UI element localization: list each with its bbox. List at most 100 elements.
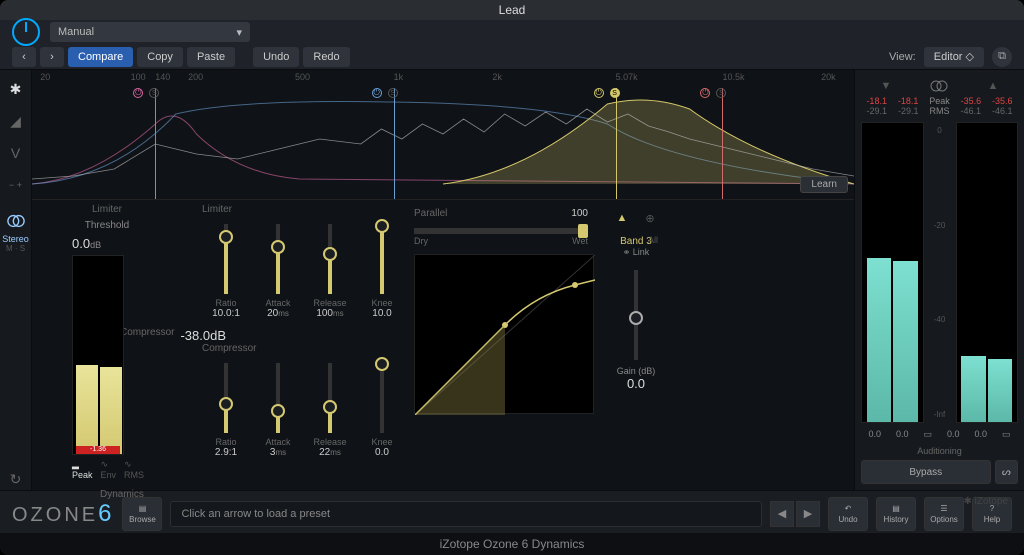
limiter-knee-slider[interactable] <box>380 224 384 294</box>
comp-attack-value[interactable]: 3ms <box>270 447 286 458</box>
preset-next-button[interactable]: ▶ <box>796 501 820 527</box>
limiter-threshold-value[interactable]: 0.0dB <box>72 236 142 251</box>
prev-button[interactable]: ‹ <box>12 47 36 67</box>
compressor-label: Compressor <box>120 327 174 343</box>
freq-tick: 20 <box>40 72 50 82</box>
undo-button[interactable]: Undo <box>253 47 299 67</box>
band-power-icon[interactable]: ⏻ <box>372 88 382 98</box>
izotope-logo: ✱ iZotope <box>963 496 1008 507</box>
parallel-value[interactable]: 100 <box>571 208 588 224</box>
out-peak-r: -35.6 <box>992 96 1013 106</box>
view-selector[interactable]: Editor ◇ <box>924 47 984 67</box>
gain-label: Gain (dB) <box>600 366 672 376</box>
limiter-ratio-value[interactable]: 10.0:1 <box>212 308 240 319</box>
comp-release-value[interactable]: 22ms <box>319 447 341 458</box>
learn-button[interactable]: Learn <box>800 176 848 193</box>
comp-release-slider[interactable] <box>328 363 332 433</box>
band-power-icon[interactable]: ⏻ <box>700 88 710 98</box>
compressor-section-title: Compressor <box>202 343 406 359</box>
limiter-attack-value[interactable]: 20ms <box>267 308 289 319</box>
band-all-icon[interactable]: ⊕ <box>640 212 660 232</box>
input-meter <box>861 122 924 423</box>
limiter-section-title: Limiter <box>202 204 406 220</box>
in-peak-r: -18.1 <box>898 96 919 106</box>
link-label[interactable]: ⚭ Link <box>600 247 672 258</box>
ozone-logo: OZONE6 <box>12 504 114 526</box>
detect-rms[interactable]: ∿ RMS <box>124 459 144 480</box>
next-button[interactable]: › <box>40 47 64 67</box>
band-solo-icon[interactable]: ▲ <box>612 212 632 232</box>
meter-foot-out-l: 0.0 <box>947 429 960 440</box>
paste-button[interactable]: Paste <box>187 47 235 67</box>
spectrum-display[interactable]: 201001402005001k2k5.07k10.5k20k ⏻S⏻S⏻S⏻S… <box>32 70 854 200</box>
limiter-release-slider[interactable] <box>328 224 332 294</box>
reset-icon[interactable]: ↻ <box>5 468 27 490</box>
stereo-meter-icon[interactable] <box>930 79 948 93</box>
meter-foot-in-l: 0.0 <box>868 429 881 440</box>
limiter-attack-slider[interactable] <box>276 224 280 294</box>
meter-clip-value: -1.36 <box>76 446 120 454</box>
gain-reduction-meter: -1.36 <box>72 255 124 455</box>
link-icon[interactable]: ⧉ <box>992 47 1012 67</box>
meter-in-expand-icon[interactable]: ▼ <box>881 80 892 92</box>
options-button[interactable]: ☰Options <box>924 497 964 531</box>
limiter-ratio-slider[interactable] <box>224 224 228 294</box>
meter-minus-icon[interactable]: ▭ <box>923 429 932 440</box>
ms-label[interactable]: M · S <box>2 244 29 253</box>
comp-knee-value[interactable]: 0.0 <box>375 447 389 458</box>
freq-tick: 200 <box>188 72 203 82</box>
freq-tick: 10.5k <box>722 72 744 82</box>
detect-env[interactable]: ∿ Env <box>101 459 117 480</box>
preset-prev-button[interactable]: ◀ <box>770 501 794 527</box>
stereo-icon[interactable] <box>7 212 25 230</box>
band-solo-icon[interactable]: S <box>610 88 620 98</box>
limiter-release-value[interactable]: 100ms <box>316 308 343 319</box>
v-tool-icon[interactable]: V <box>5 142 27 164</box>
meter-reset-icon[interactable]: ▭ <box>1002 429 1011 440</box>
freq-tick: 5.07k <box>616 72 638 82</box>
bypass-button[interactable]: Bypass <box>861 460 991 484</box>
gain-value[interactable]: 0.0 <box>600 376 672 391</box>
stereo-label: Stereo <box>2 234 29 244</box>
freq-tick: 500 <box>295 72 310 82</box>
meter-scale: 0-20-40-Inf <box>930 122 950 423</box>
parallel-slider[interactable] <box>414 228 588 234</box>
output-meter <box>956 122 1019 423</box>
redo-button[interactable]: Redo <box>303 47 349 67</box>
preset-hint: Click an arrow to load a preset <box>170 501 762 527</box>
band-crossover-line[interactable] <box>155 88 156 199</box>
out-rms-r: -46.1 <box>992 106 1013 116</box>
comp-ratio-slider[interactable] <box>224 363 228 433</box>
compressor-threshold-value[interactable]: -38.0dB <box>180 328 226 343</box>
peak-label: Peak <box>929 96 950 106</box>
comp-knee-slider[interactable] <box>380 363 384 433</box>
limiter-knee-value[interactable]: 10.0 <box>372 308 391 319</box>
freq-tick: 2k <box>492 72 502 82</box>
band-solo-icon[interactable]: S <box>388 88 398 98</box>
detect-peak[interactable]: ▂ Peak <box>72 459 93 480</box>
band-power-icon[interactable]: ⏻ <box>594 88 604 98</box>
comp-ratio-value[interactable]: 2.9:1 <box>215 447 237 458</box>
comp-attack-slider[interactable] <box>276 363 280 433</box>
compare-button[interactable]: Compare <box>68 47 133 67</box>
band-crossover-line[interactable] <box>722 88 723 199</box>
ear-icon[interactable]: ᔕ <box>995 460 1018 484</box>
gain-slider[interactable] <box>634 270 638 360</box>
copy-button[interactable]: Copy <box>137 47 183 67</box>
minus-plus-icon[interactable]: − + <box>5 174 27 196</box>
freq-tick: 140 <box>155 72 170 82</box>
curve-tool-icon[interactable]: ◢ <box>5 110 27 132</box>
history-button[interactable]: ▤History <box>876 497 916 531</box>
dry-label: Dry <box>414 236 428 246</box>
meter-out-expand-icon[interactable]: ▲ <box>988 80 999 92</box>
power-button[interactable] <box>12 18 40 46</box>
band-crossover-line[interactable] <box>394 88 395 199</box>
chevron-down-icon: ▾ <box>236 26 242 39</box>
band-crossover-line[interactable] <box>616 88 617 199</box>
view-label: View: <box>889 51 916 63</box>
transfer-curve[interactable] <box>414 254 594 414</box>
crossover-tool-icon[interactable]: ✱ <box>5 78 27 100</box>
preset-dropdown[interactable]: Manual ▾ <box>50 22 250 42</box>
undo-util-button[interactable]: ↶Undo <box>828 497 868 531</box>
browse-button[interactable]: ▤Browse <box>122 497 162 531</box>
